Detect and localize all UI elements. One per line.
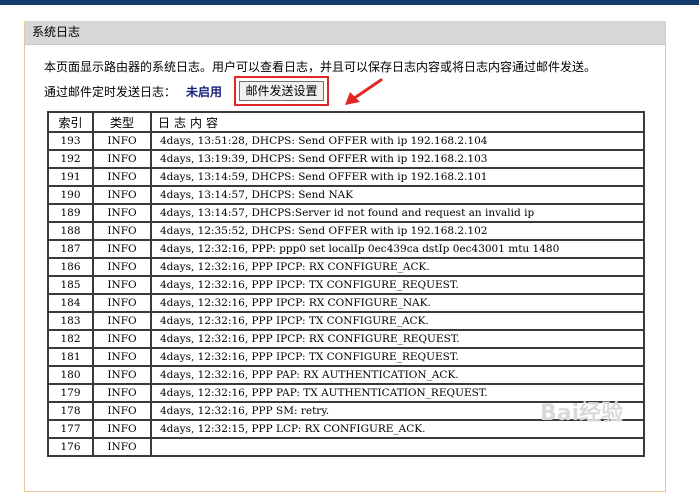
row-content	[150, 437, 645, 457]
row-type: INFO	[92, 293, 152, 313]
row-index: 180	[47, 365, 94, 385]
table-row: 192 INFO 4days, 13:19:39, DHCPS: Send OFFE…	[47, 149, 645, 169]
row-content: 4days, 12:32:16, PPP IPCP: TX CONFIGURE_…	[150, 275, 645, 295]
annotation-arrow-icon	[345, 78, 383, 105]
row-content: 4days, 13:14:57, DHCPS: Send NAK	[150, 185, 645, 205]
header-content: 日志内容	[150, 111, 645, 133]
row-type: INFO	[92, 365, 152, 385]
row-content: 4days, 12:32:16, PPP IPCP: RX CONFIGURE_…	[150, 257, 645, 277]
row-type: INFO	[92, 167, 152, 187]
row-index: 192	[47, 149, 94, 169]
row-index: 179	[47, 383, 94, 403]
row-index: 188	[47, 221, 94, 241]
row-content: 4days, 12:32:16, PPP IPCP: TX CONFIGURE_…	[150, 347, 645, 367]
table-row: 190 INFO 4days, 13:14:57, DHCPS: Send NAK	[47, 185, 645, 205]
row-content: 4days, 13:14:59, DHCPS: Send OFFER with …	[150, 167, 645, 187]
row-index: 182	[47, 329, 94, 349]
row-content: 4days, 12:32:16, PPP IPCP: RX CONFIGURE_…	[150, 293, 645, 313]
table-row: 184 INFO 4days, 12:32:16, PPP IPCP: RX CON…	[47, 293, 645, 313]
row-type: INFO	[92, 401, 152, 421]
row-type: INFO	[92, 185, 152, 205]
row-index: 185	[47, 275, 94, 295]
table-row: 187 INFO 4days, 12:32:16, PPP: ppp0 set lo…	[47, 239, 645, 259]
table-row: 186 INFO 4days, 12:32:16, PPP IPCP: RX CON…	[47, 257, 645, 277]
row-type: INFO	[92, 437, 152, 457]
row-index: 178	[47, 401, 94, 421]
baidu-watermark: Bai经验	[540, 401, 624, 426]
row-index: 193	[47, 131, 94, 151]
row-content: 4days, 12:35:52, DHCPS: Send OFFER with …	[150, 221, 645, 241]
row-content: 4days, 12:32:16, PPP PAP: RX AUTHENTICAT…	[150, 365, 645, 385]
row-content: 4days, 13:14:57, DHCPS:Server id not fou…	[150, 203, 645, 223]
table-row: 191 INFO 4days, 13:14:59, DHCPS: Send OFFE…	[47, 167, 645, 187]
table-row: 181 INFO 4days, 12:32:16, PPP IPCP: TX CON…	[47, 347, 645, 367]
row-index: 176	[47, 437, 94, 457]
row-type: INFO	[92, 131, 152, 151]
page-description: 本页面显示路由器的系统日志。用户可以查看日志，并且可以保存日志内容或将日志内容通…	[44, 60, 597, 74]
log-table-header-row: 索引 类型 日志内容	[47, 111, 645, 133]
row-index: 190	[47, 185, 94, 205]
table-row: 193 INFO 4days, 13:51:28, DHCPS: Send OFFE…	[47, 131, 645, 151]
email-schedule-status: 未启用	[186, 85, 223, 99]
row-index: 186	[47, 257, 94, 277]
row-index: 183	[47, 311, 94, 331]
row-index: 191	[47, 167, 94, 187]
row-content: 4days, 12:32:16, PPP IPCP: TX CONFIGURE_…	[150, 311, 645, 331]
row-index: 187	[47, 239, 94, 259]
row-content: 4days, 12:32:16, PPP IPCP: RX CONFIGURE_…	[150, 329, 645, 349]
row-type: INFO	[92, 383, 152, 403]
header-index: 索引	[47, 111, 94, 133]
row-index: 189	[47, 203, 94, 223]
table-row: 189 INFO 4days, 13:14:57, DHCPS:Server id …	[47, 203, 645, 223]
row-type: INFO	[92, 419, 152, 439]
row-type: INFO	[92, 275, 152, 295]
table-row: 182 INFO 4days, 12:32:16, PPP IPCP: RX CON…	[47, 329, 645, 349]
row-type: INFO	[92, 347, 152, 367]
table-row: 185 INFO 4days, 12:32:16, PPP IPCP: TX CON…	[47, 275, 645, 295]
table-row: 180 INFO 4days, 12:32:16, PPP PAP: RX AUTH…	[47, 365, 645, 385]
row-type: INFO	[92, 239, 152, 259]
row-content: 4days, 13:51:28, DHCPS: Send OFFER with …	[150, 131, 645, 151]
row-content: 4days, 12:32:16, PPP: ppp0 set localIp 0…	[150, 239, 645, 259]
row-type: INFO	[92, 311, 152, 331]
row-type: INFO	[92, 257, 152, 277]
table-row: 183 INFO 4days, 12:32:16, PPP IPCP: TX CON…	[47, 311, 645, 331]
table-row: 188 INFO 4days, 12:35:52, DHCPS: Send OFFE…	[47, 221, 645, 241]
row-type: INFO	[92, 329, 152, 349]
row-content: 4days, 13:19:39, DHCPS: Send OFFER with …	[150, 149, 645, 169]
header-type: 类型	[92, 111, 152, 133]
table-row: 176 INFO	[47, 437, 645, 457]
row-index: 184	[47, 293, 94, 313]
email-schedule-row: 通过邮件定时发送日志： 未启用	[44, 83, 222, 100]
panel-title: 系统日志	[25, 21, 665, 45]
row-type: INFO	[92, 221, 152, 241]
row-index: 177	[47, 419, 94, 439]
row-type: INFO	[92, 203, 152, 223]
email-schedule-label: 通过邮件定时发送日志：	[44, 85, 177, 99]
top-header-bar	[0, 0, 699, 5]
row-type: INFO	[92, 149, 152, 169]
row-index: 181	[47, 347, 94, 367]
annotation-highlight-box	[234, 76, 329, 106]
